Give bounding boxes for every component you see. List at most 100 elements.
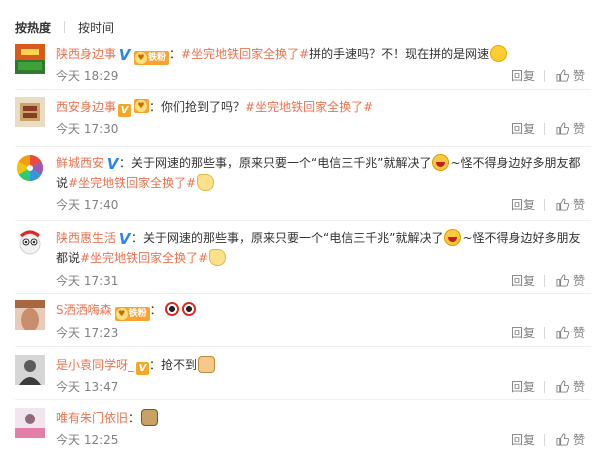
separator: ： xyxy=(131,231,144,245)
comment-time: 今天 13:47 xyxy=(56,380,119,394)
action-divider xyxy=(543,326,545,339)
fan-badge: ♥ 铁粉 xyxy=(134,51,170,65)
reply-button[interactable]: 回复 xyxy=(511,120,535,137)
reply-button[interactable]: 回复 xyxy=(511,324,535,341)
comment-actions: 回复 赞 xyxy=(511,67,585,84)
username[interactable]: 西安身边事 xyxy=(56,100,116,114)
comment-actions: 回复 赞 xyxy=(511,324,585,341)
laugh-emoji-icon xyxy=(444,229,462,246)
username[interactable]: 唯有朱门依旧 xyxy=(56,411,128,425)
reply-button[interactable]: 回复 xyxy=(511,67,535,84)
separator: ： xyxy=(149,100,162,114)
action-divider xyxy=(543,433,545,446)
verified-v-icon: V xyxy=(118,230,132,248)
wink-emoji-icon xyxy=(490,45,508,62)
topic-link[interactable]: #坐完地铁回家全换了# xyxy=(181,47,309,61)
separator: ： xyxy=(149,303,162,317)
topic-link[interactable]: #坐完地铁回家全换了# xyxy=(80,251,208,265)
thumbs-up-icon xyxy=(556,274,569,287)
verified-v-icon: V xyxy=(106,155,120,173)
comment-item: S洒洒嗨森 ♥ 铁粉： 今天 17:23 回复 赞 xyxy=(15,300,591,347)
comment-body: 关于网速的那些事，原来只要一个“电信三千兆”就解决了 xyxy=(143,231,444,245)
username[interactable]: S洒洒嗨森 xyxy=(56,303,112,317)
comment-actions: 回复 赞 xyxy=(511,196,585,213)
comment-text: 西安身边事 V ♥ ：你们抢到了吗？#坐完地铁回家全换了# xyxy=(56,97,591,117)
like-button[interactable]: 赞 xyxy=(556,120,585,137)
separator: ： xyxy=(128,411,141,425)
comment-time: 今天 17:30 xyxy=(56,122,119,136)
comment-actions: 回复 赞 xyxy=(511,431,585,448)
sort-divider xyxy=(64,21,66,33)
sort-by-time[interactable]: 按时间 xyxy=(78,19,114,36)
reply-button[interactable]: 回复 xyxy=(511,378,535,395)
comment-time: 今天 17:23 xyxy=(56,326,119,340)
cat-emoji-icon xyxy=(198,356,216,373)
avatar[interactable] xyxy=(15,44,45,74)
thumbs-up-icon xyxy=(556,433,569,446)
action-divider xyxy=(543,274,545,287)
comment-item: 是小袁同学呀_ V ：抢不到 今天 13:47 回复 赞 xyxy=(15,355,591,400)
avatar[interactable] xyxy=(15,153,45,183)
fan-badge: ♥ xyxy=(134,99,150,113)
comment-body: 你们抢到了吗？ xyxy=(161,100,246,114)
like-button[interactable]: 赞 xyxy=(556,67,585,84)
thumbs-up-icon xyxy=(556,326,569,339)
username[interactable]: 是小袁同学呀_ xyxy=(56,358,134,372)
comment-time: 今天 18:29 xyxy=(56,69,119,83)
comment-item: 西安身边事 V ♥ ：你们抢到了吗？#坐完地铁回家全换了# 今天 17:30 回复 赞 xyxy=(15,97,591,147)
dog-emoji-icon xyxy=(141,409,159,426)
like-button[interactable]: 赞 xyxy=(556,431,585,448)
comment-body: 拼的手速吗？不！现在拼的是网速 xyxy=(309,47,490,61)
username[interactable]: 鲜城西安 xyxy=(56,156,104,170)
avatar[interactable] xyxy=(15,97,45,127)
avatar[interactable] xyxy=(15,300,45,330)
username[interactable]: 陕西惠生活 xyxy=(56,231,116,245)
comment-item: 鲜城西安 V：关于网速的那些事，原来只要一个“电信三千兆”就解决了 ~怪不得身边好多… xyxy=(15,153,591,221)
comment-actions: 回复 赞 xyxy=(511,378,585,395)
comment-body: 抢不到 xyxy=(161,358,198,372)
comment-time: 今天 17:40 xyxy=(56,198,119,212)
comment-text: 是小袁同学呀_ V ：抢不到 xyxy=(56,355,591,375)
sort-by-hot[interactable]: 按热度 xyxy=(15,19,51,36)
comment-text: S洒洒嗨森 ♥ 铁粉： xyxy=(56,300,591,321)
comment-text: 陕西身边事 V ♥ 铁粉 ：#坐完地铁回家全换了#拼的手速吗？不！现在拼的是网速 xyxy=(56,44,591,65)
comment-body: 关于网速的那些事，原来只要一个“电信三千兆”就解决了 xyxy=(131,156,432,170)
thumbs-up-icon xyxy=(556,198,569,211)
topic-link[interactable]: #坐完地铁回家全换了# xyxy=(245,100,373,114)
comment-text: 陕西惠生活 V：关于网速的那些事，原来只要一个“电信三千兆”就解决了 ~怪不得身边好… xyxy=(56,228,591,268)
thumbs-up-icon xyxy=(556,122,569,135)
username[interactable]: 陕西身边事 xyxy=(56,47,116,61)
comment-item: 陕西惠生活 V：关于网速的那些事，原来只要一个“电信三千兆”就解决了 ~怪不得身边好… xyxy=(15,228,591,294)
separator: ： xyxy=(119,156,132,170)
reply-button[interactable]: 回复 xyxy=(511,196,535,213)
avatar[interactable] xyxy=(15,228,45,258)
verified-v-icon: V xyxy=(118,104,132,117)
like-button[interactable]: 赞 xyxy=(556,196,585,213)
separator: ： xyxy=(149,358,162,372)
action-divider xyxy=(543,69,545,82)
fan-badge: ♥ 铁粉 xyxy=(114,307,150,321)
hand-emoji-icon xyxy=(209,249,227,266)
reply-button[interactable]: 回复 xyxy=(511,431,535,448)
hand-emoji-icon xyxy=(197,174,215,191)
avatar[interactable] xyxy=(15,408,45,438)
verified-v-icon: V xyxy=(136,362,150,375)
comment-actions: 回复 赞 xyxy=(511,272,585,289)
thumbs-up-icon xyxy=(556,69,569,82)
comment-item: 唯有朱门依旧： 今天 12:25 回复 赞 xyxy=(15,408,591,454)
separator: ： xyxy=(169,47,182,61)
comment-text: 唯有朱门依旧： xyxy=(56,408,591,428)
action-divider xyxy=(543,122,545,135)
verified-v-icon: V xyxy=(118,46,132,64)
comment-time: 今天 12:25 xyxy=(56,433,119,447)
comment-time: 今天 17:31 xyxy=(56,274,119,288)
like-button[interactable]: 赞 xyxy=(556,324,585,341)
avatar[interactable] xyxy=(15,355,45,385)
like-button[interactable]: 赞 xyxy=(556,272,585,289)
sort-bar: 按热度 按时间 xyxy=(15,19,114,35)
like-button[interactable]: 赞 xyxy=(556,378,585,395)
comment-actions: 回复 赞 xyxy=(511,120,585,137)
reply-button[interactable]: 回复 xyxy=(511,272,535,289)
topic-link[interactable]: #坐完地铁回家全换了# xyxy=(68,176,196,190)
comment-item: 陕西身边事 V ♥ 铁粉 ：#坐完地铁回家全换了#拼的手速吗？不！现在拼的是网速 今天 … xyxy=(15,44,591,90)
